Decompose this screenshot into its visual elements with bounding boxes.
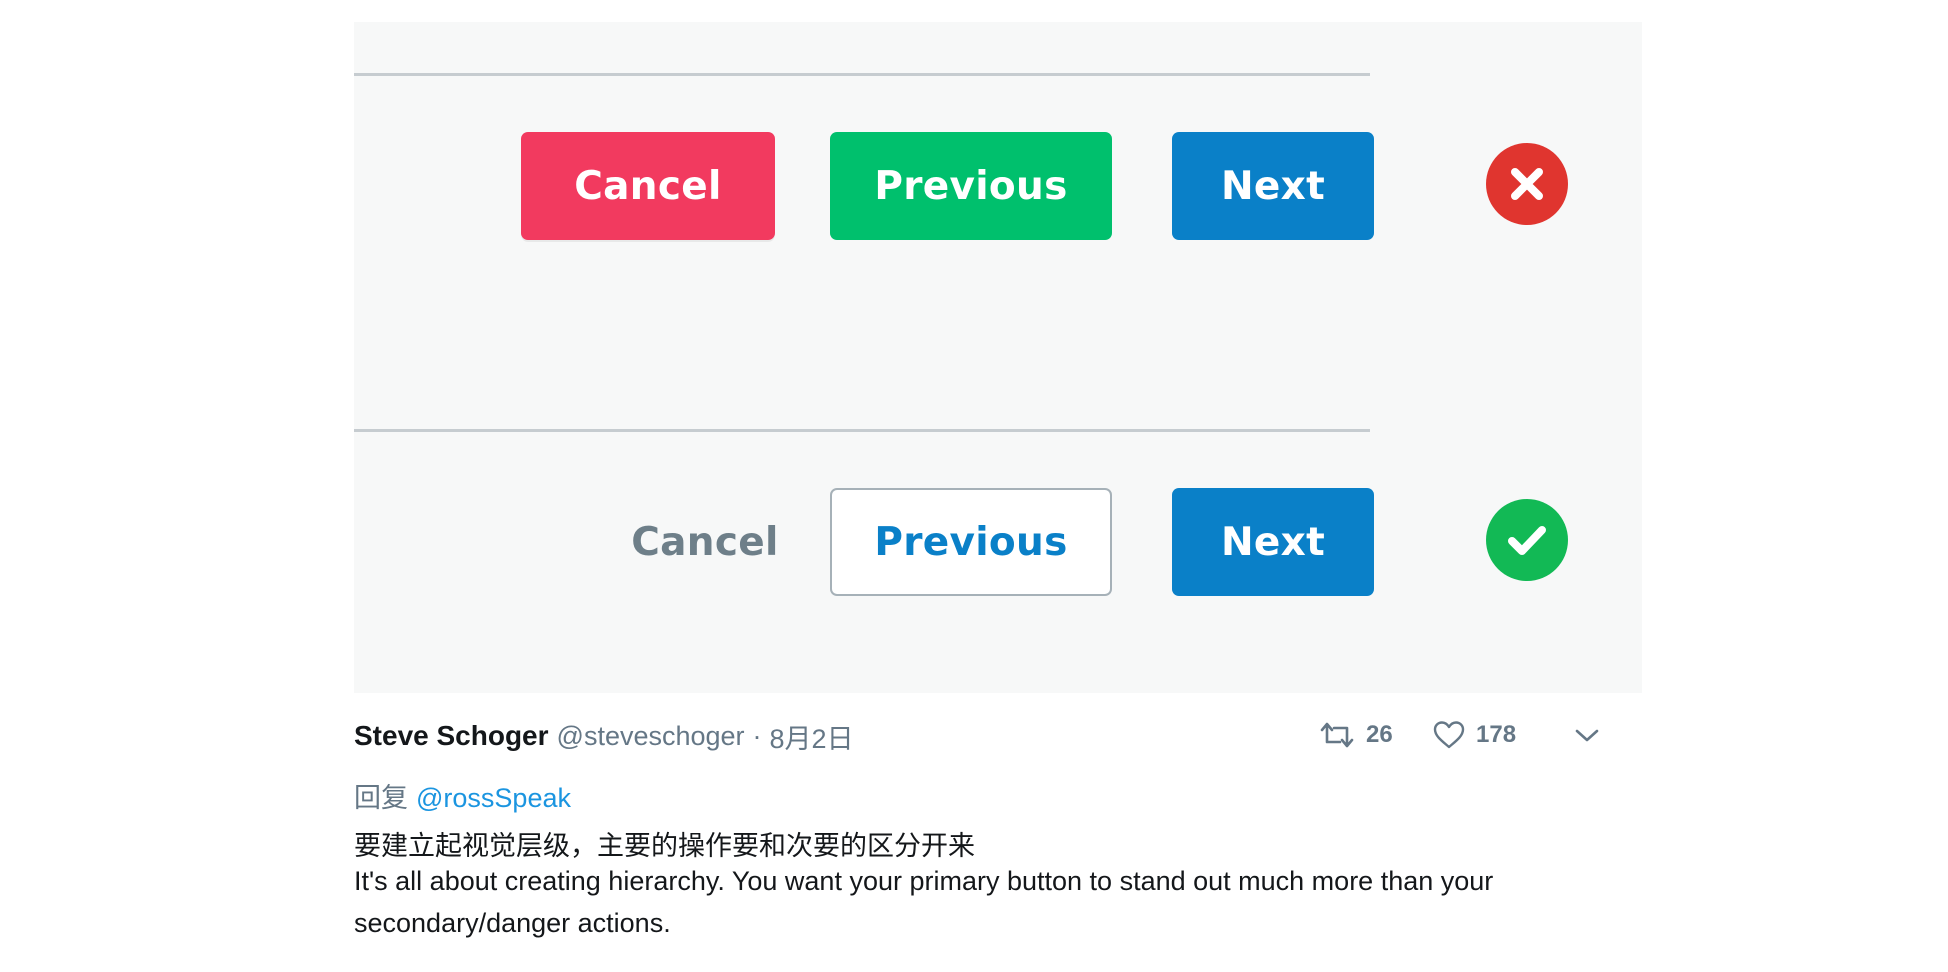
author-name[interactable]: Steve Schoger — [354, 720, 549, 752]
more-menu[interactable] — [1574, 713, 1600, 757]
checkmark-icon — [1508, 526, 1546, 555]
divider-bottom — [354, 429, 1370, 432]
like-action[interactable]: 178 — [1432, 713, 1516, 757]
reply-prefix: 回复 — [354, 783, 408, 813]
retweet-icon — [1320, 722, 1354, 748]
retweet-count: 26 — [1366, 721, 1393, 748]
divider-top — [354, 73, 1370, 76]
like-count: 178 — [1476, 721, 1517, 748]
heart-icon — [1433, 721, 1465, 749]
tweet-text-cn: 要建立起视觉层级，主要的操作要和次要的区分开来 — [354, 831, 975, 861]
cancel-button-text[interactable]: Cancel — [630, 488, 780, 596]
reply-mention-link[interactable]: @rossSpeak — [416, 783, 571, 813]
author-handle[interactable]: @steveschoger — [557, 721, 745, 752]
previous-button-outline[interactable]: Previous — [830, 488, 1112, 596]
tweet-text-en-line2: secondary/danger actions. — [354, 908, 671, 938]
chevron-down-icon — [1575, 729, 1599, 742]
next-button-primary[interactable]: Next — [1172, 488, 1374, 596]
correct-example-icon — [1486, 499, 1568, 581]
tweet-text-en-line1: It's all about creating hierarchy. You w… — [354, 866, 1494, 896]
retweet-action[interactable]: 26 — [1318, 713, 1393, 757]
next-button-primary[interactable]: Next — [1172, 132, 1374, 240]
previous-button-filled[interactable]: Previous — [830, 132, 1112, 240]
reply-context: 回复 @rossSpeak — [354, 776, 571, 815]
x-mark-icon — [1511, 168, 1543, 200]
tweet-date[interactable]: 8月2日 — [770, 717, 854, 756]
separator-dot: · — [752, 720, 762, 751]
tweet-header: Steve Schoger @steveschoger · 8月2日 — [354, 716, 854, 756]
wrong-example-icon — [1486, 143, 1568, 225]
cancel-button-danger[interactable]: Cancel — [521, 132, 775, 240]
